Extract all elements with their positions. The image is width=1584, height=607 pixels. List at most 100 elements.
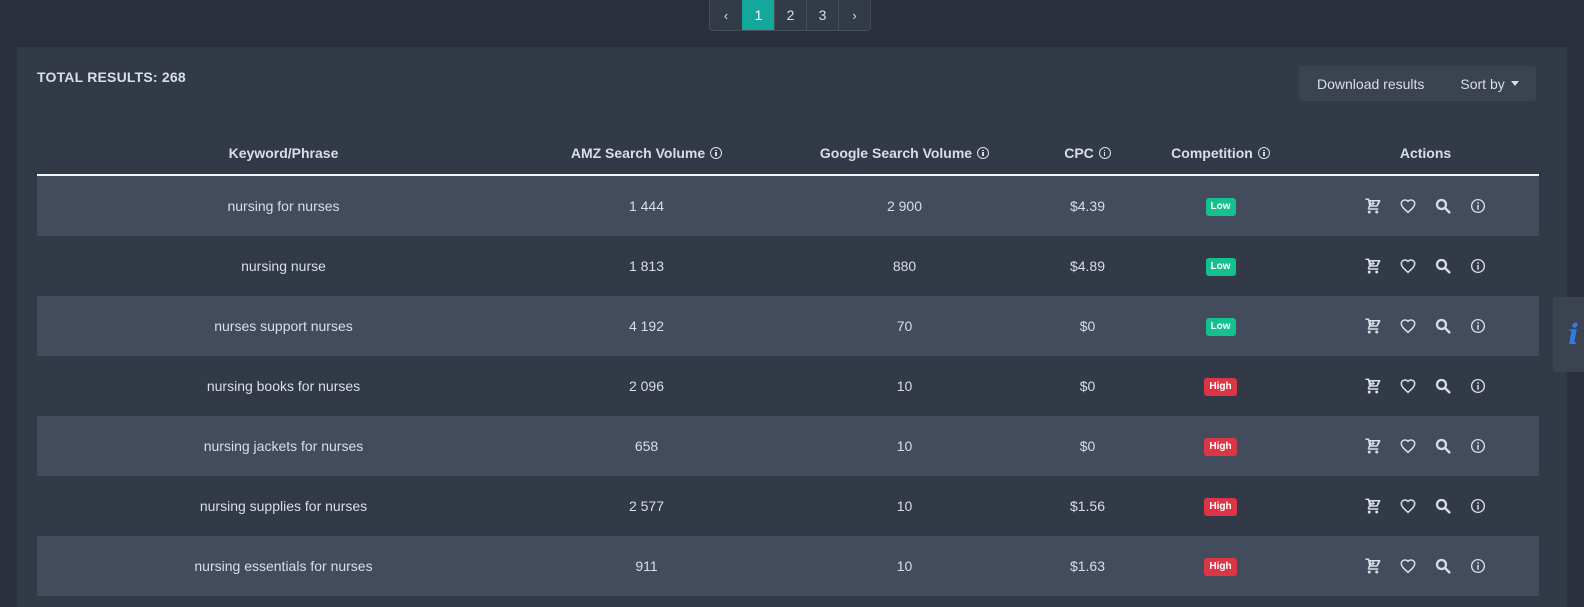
info-icon[interactable]	[1469, 377, 1487, 395]
download-results-button[interactable]: Download results	[1317, 76, 1424, 92]
header-actions: Actions	[1312, 145, 1539, 161]
competition-badge: Low	[1205, 318, 1236, 336]
header-cpc: CPC	[1046, 145, 1129, 161]
heart-icon[interactable]	[1399, 317, 1417, 335]
side-info-icon: i	[1568, 318, 1579, 351]
google-volume-cell: 880	[892, 258, 917, 274]
info-icon[interactable]	[710, 147, 723, 159]
keyword-cell: nursing books for nurses	[206, 378, 361, 394]
cpc-cell: $0	[1079, 378, 1096, 394]
info-icon[interactable]	[1257, 147, 1270, 159]
heart-icon[interactable]	[1399, 557, 1417, 575]
info-icon[interactable]	[1469, 257, 1487, 275]
search-icon[interactable]	[1434, 557, 1452, 575]
keyword-cell: nursing jackets for nurses	[203, 438, 364, 454]
competition-cell: High	[1129, 376, 1312, 396]
info-icon[interactable]	[1469, 197, 1487, 215]
cart-icon[interactable]	[1364, 257, 1382, 275]
header-google-volume: Google Search Volume	[763, 145, 1046, 161]
actions-cell	[1312, 437, 1539, 455]
competition-cell: Low	[1129, 196, 1312, 216]
search-icon[interactable]	[1434, 437, 1452, 455]
table-row: nursing books for nurses 2 096 10 $0 High	[37, 356, 1539, 416]
info-icon[interactable]	[1469, 557, 1487, 575]
search-icon[interactable]	[1434, 197, 1452, 215]
amz-volume-cell: 911	[635, 558, 658, 574]
competition-badge: High	[1204, 498, 1237, 516]
info-icon[interactable]	[977, 147, 990, 159]
cart-icon[interactable]	[1364, 377, 1382, 395]
table-row: nurses support nurses 4 192 70 $0 Low	[37, 296, 1539, 356]
cpc-cell: $1.56	[1069, 498, 1106, 514]
pagination-page-2-button[interactable]: 2	[774, 0, 806, 30]
keyword-cell: nursing essentials for nurses	[194, 558, 373, 574]
info-icon[interactable]	[1469, 497, 1487, 515]
heart-icon[interactable]	[1399, 377, 1417, 395]
competition-badge: High	[1204, 378, 1237, 396]
cart-icon[interactable]	[1364, 557, 1382, 575]
results-panel: TOTAL RESULTS: 268 Download results Sort…	[17, 47, 1567, 607]
row-actions	[1312, 437, 1539, 455]
competition-cell: High	[1129, 556, 1312, 576]
search-icon[interactable]	[1434, 497, 1452, 515]
competition-badge: High	[1204, 558, 1237, 576]
heart-icon[interactable]	[1399, 497, 1417, 515]
cpc-cell: $1.63	[1069, 558, 1106, 574]
competition-cell: High	[1129, 436, 1312, 456]
search-icon[interactable]	[1434, 257, 1452, 275]
header-actions-label: Actions	[1399, 145, 1452, 161]
cpc-cell: $4.39	[1069, 198, 1106, 214]
info-icon[interactable]	[1469, 317, 1487, 335]
row-actions	[1312, 557, 1539, 575]
table-body: nursing for nurses 1 444 2 900 $4.39 Low nurs…	[37, 176, 1539, 596]
google-volume-cell: 70	[896, 318, 913, 334]
sort-by-label: Sort by	[1460, 75, 1505, 92]
cart-icon[interactable]	[1364, 317, 1382, 335]
cpc-cell: $0	[1079, 438, 1096, 454]
cpc-cell: $0	[1079, 318, 1096, 334]
google-volume-cell: 10	[896, 558, 913, 574]
header-keyword: Keyword/Phrase	[37, 145, 530, 161]
amz-volume-cell: 1 813	[628, 258, 665, 274]
cpc-cell: $4.89	[1069, 258, 1106, 274]
cart-icon[interactable]	[1364, 437, 1382, 455]
amz-volume-cell: 658	[634, 438, 659, 454]
header-competition: Competition	[1129, 145, 1312, 161]
row-actions	[1312, 377, 1539, 395]
info-icon[interactable]	[1098, 147, 1111, 159]
sort-by-dropdown[interactable]: Sort by	[1460, 75, 1519, 92]
cart-icon[interactable]	[1364, 197, 1382, 215]
table-row: nursing jackets for nurses 658 10 $0 High	[37, 416, 1539, 476]
keyword-cell: nursing nurse	[241, 258, 326, 274]
heart-icon[interactable]	[1399, 257, 1417, 275]
actions-cell	[1312, 197, 1539, 215]
competition-cell: Low	[1129, 256, 1312, 276]
row-actions	[1312, 497, 1539, 515]
search-icon[interactable]	[1434, 377, 1452, 395]
header-amz-volume: AMZ Search Volume	[530, 145, 763, 161]
pagination-next-button[interactable]: ›	[838, 0, 870, 30]
table-header: Keyword/Phrase AMZ Search Volume Google …	[37, 132, 1539, 176]
download-results-label: Download results	[1317, 75, 1425, 92]
row-actions	[1312, 257, 1539, 275]
header-competition-label: Competition	[1171, 145, 1253, 161]
amz-volume-cell: 2 577	[628, 498, 665, 514]
side-info-tab[interactable]: i	[1553, 297, 1584, 372]
cart-icon[interactable]	[1364, 497, 1382, 515]
caret-down-icon	[1510, 81, 1519, 86]
info-icon[interactable]	[1469, 437, 1487, 455]
pagination-page-1-button[interactable]: 1	[742, 0, 774, 30]
row-actions	[1312, 197, 1539, 215]
keyword-cell: nursing for nurses	[227, 198, 340, 214]
google-volume-cell: 10	[896, 498, 913, 514]
results-toolbar: Download results Sort by	[1299, 66, 1536, 101]
header-amz-volume-label: AMZ Search Volume	[570, 145, 706, 161]
header-keyword-label: Keyword/Phrase	[228, 145, 339, 161]
pagination-prev-button[interactable]: ‹	[710, 0, 742, 30]
heart-icon[interactable]	[1399, 197, 1417, 215]
pagination-page-3-button[interactable]: 3	[806, 0, 838, 30]
google-volume-cell: 2 900	[886, 198, 923, 214]
search-icon[interactable]	[1434, 317, 1452, 335]
competition-badge: Low	[1205, 258, 1236, 276]
heart-icon[interactable]	[1399, 437, 1417, 455]
